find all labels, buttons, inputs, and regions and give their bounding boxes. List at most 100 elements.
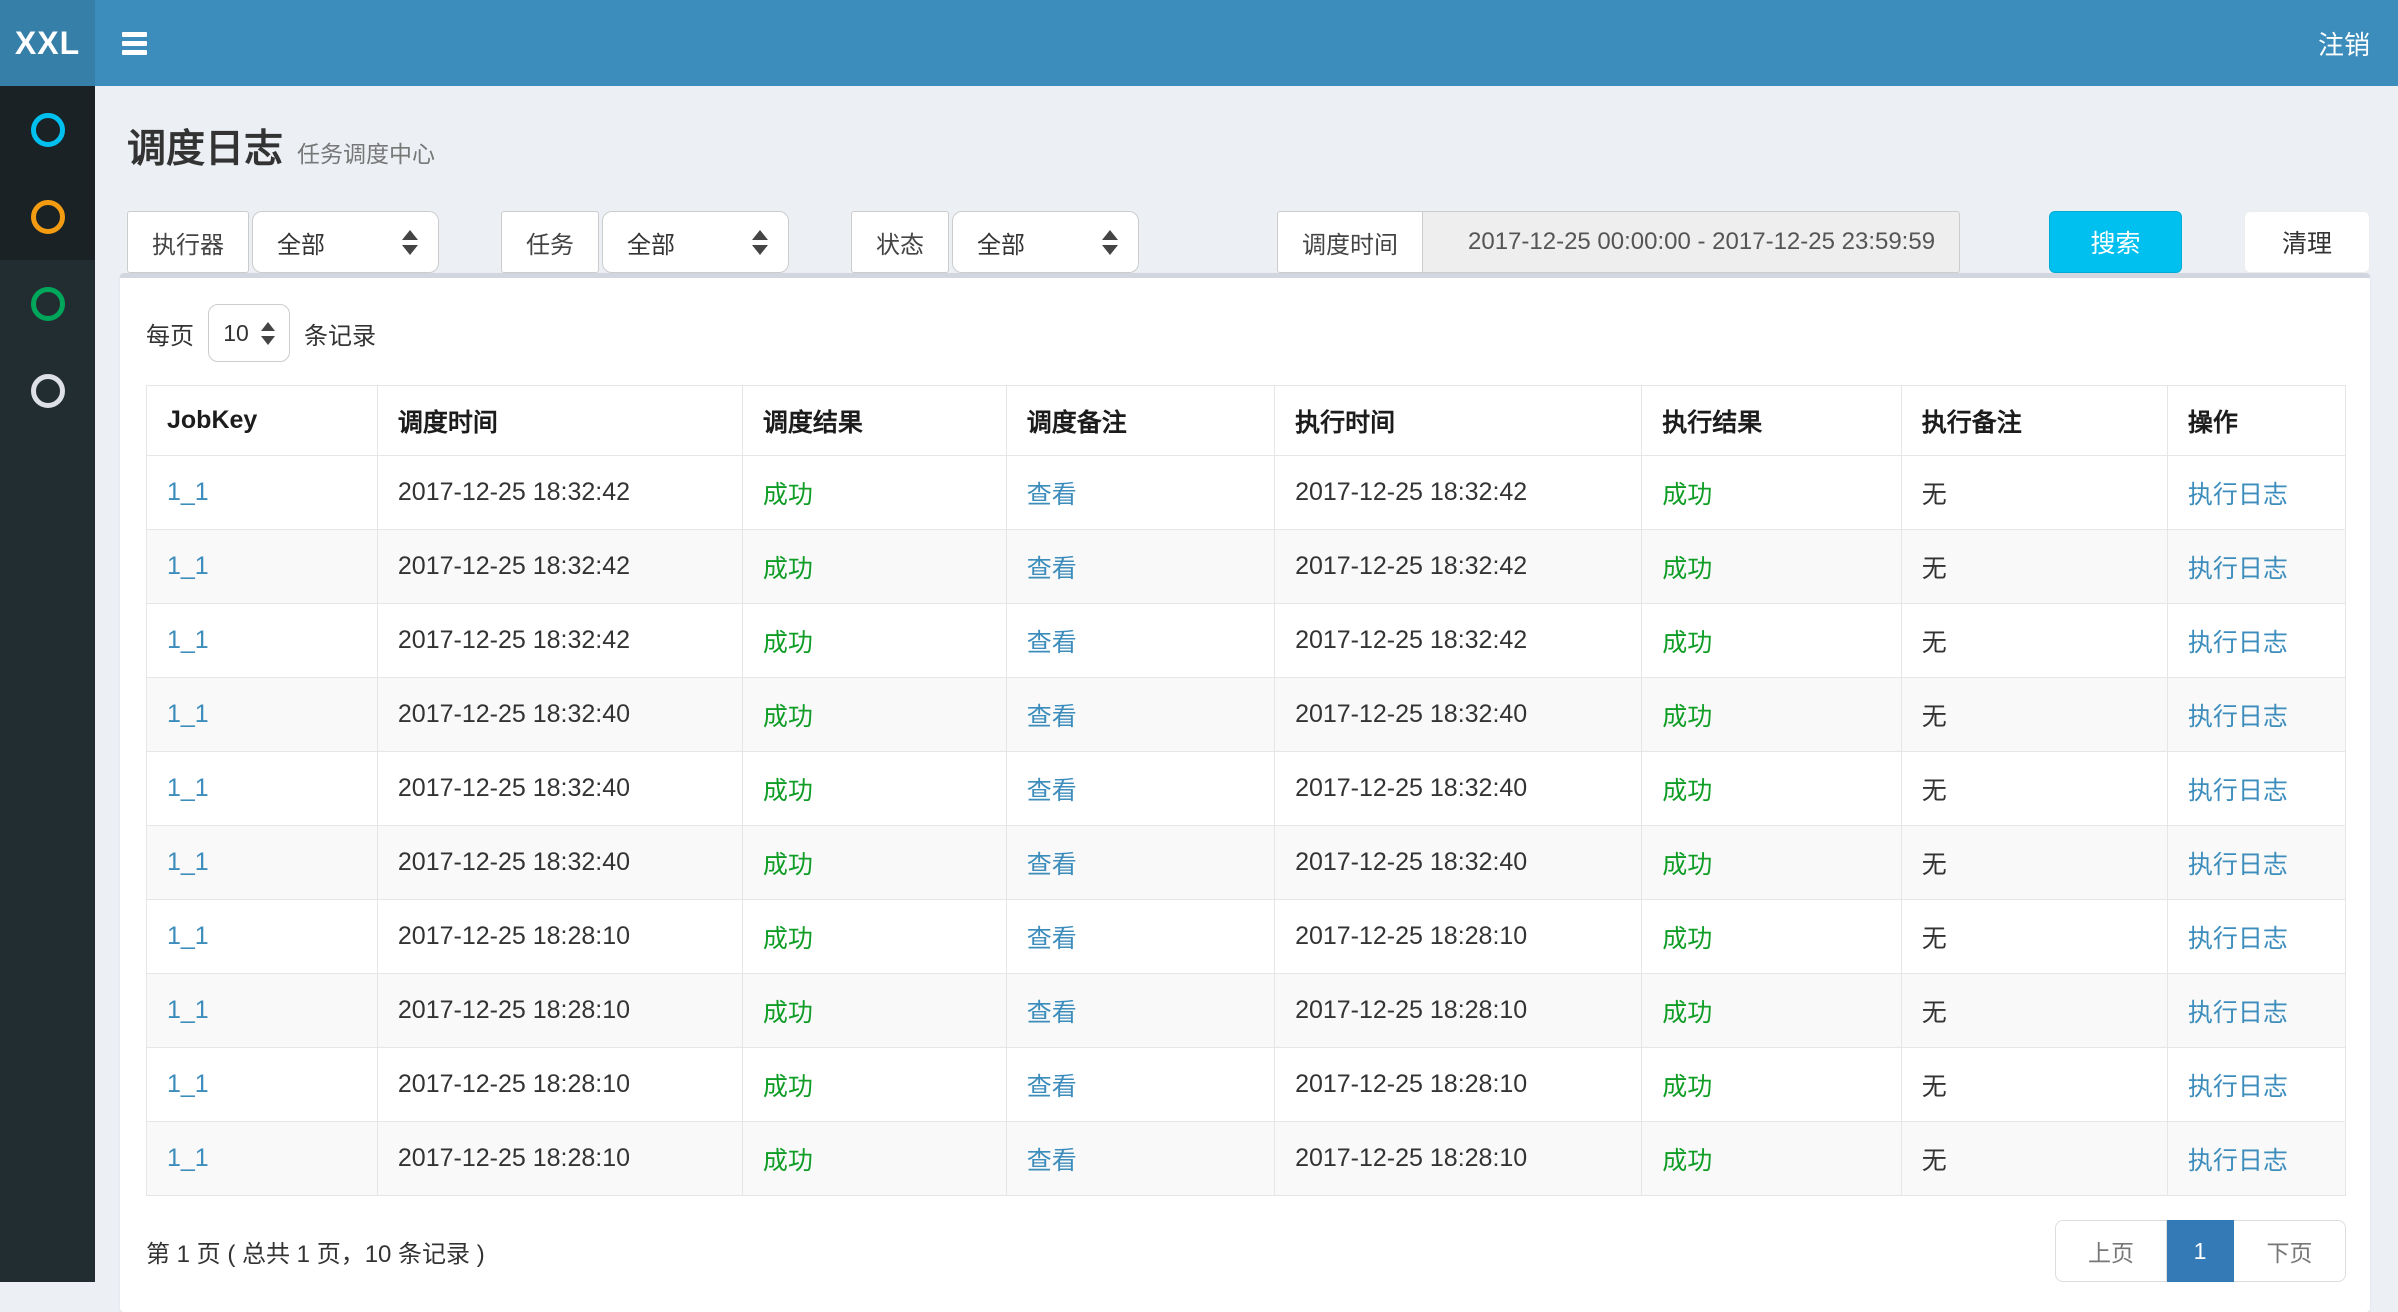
jobkey-link[interactable]: 1_1 xyxy=(167,774,209,802)
handle-result-cell: 成功 xyxy=(1642,604,1901,678)
sidebar-menu-item[interactable] xyxy=(0,86,95,173)
handle-msg-cell: 无 xyxy=(1901,826,2167,900)
jobkey-link[interactable]: 1_1 xyxy=(167,922,209,950)
select-arrows-icon xyxy=(261,322,275,345)
execution-log-link[interactable]: 执行日志 xyxy=(2188,629,2288,657)
execution-log-link[interactable]: 执行日志 xyxy=(2188,1147,2288,1175)
next-page-button[interactable]: 下页 xyxy=(2234,1220,2346,1282)
trigger-msg-view-link[interactable]: 查看 xyxy=(1027,999,1077,1027)
trigger-result-cell: 成功 xyxy=(742,752,1006,826)
sidebar-menu-item[interactable] xyxy=(0,173,95,260)
column-header-handle-time: 执行时间 xyxy=(1275,386,1642,456)
handle-result-cell: 成功 xyxy=(1642,530,1901,604)
handle-time-cell: 2017-12-25 18:32:42 xyxy=(1275,604,1642,678)
trigger-result-cell: 成功 xyxy=(742,456,1006,530)
trigger-time-filter-label: 调度时间 xyxy=(1277,211,1422,273)
trigger-msg-view-link[interactable]: 查看 xyxy=(1027,703,1077,731)
trigger-time-range-input[interactable]: 2017-12-25 00:00:00 - 2017-12-25 23:59:5… xyxy=(1422,211,1960,273)
page-title: 调度日志 xyxy=(127,118,283,174)
logout-link[interactable]: 注销 xyxy=(2290,0,2398,86)
execution-log-link[interactable]: 执行日志 xyxy=(2188,925,2288,953)
search-button[interactable]: 搜索 xyxy=(2049,211,2182,273)
status-filter-label: 状态 xyxy=(851,211,949,273)
handle-msg-cell: 无 xyxy=(1901,456,2167,530)
handle-msg-cell: 无 xyxy=(1901,530,2167,604)
trigger-result-cell: 成功 xyxy=(742,900,1006,974)
executor-filter-group: 执行器 全部 xyxy=(127,211,439,273)
content-header: 调度日志 任务调度中心 xyxy=(127,118,2370,174)
execution-log-link[interactable]: 执行日志 xyxy=(2188,555,2288,583)
execution-log-link[interactable]: 执行日志 xyxy=(2188,777,2288,805)
trigger-time-cell: 2017-12-25 18:28:10 xyxy=(377,974,742,1048)
clear-button[interactable]: 清理 xyxy=(2244,211,2370,273)
trigger-msg-view-link[interactable]: 查看 xyxy=(1027,1147,1077,1175)
job-select[interactable]: 全部 xyxy=(602,211,789,273)
pagination-info: 第 1 页 ( 总共 1 页，10 条记录 ) xyxy=(146,1234,485,1269)
trigger-time-cell: 2017-12-25 18:32:40 xyxy=(377,826,742,900)
trigger-time-cell: 2017-12-25 18:28:10 xyxy=(377,1122,742,1196)
trigger-msg-view-link[interactable]: 查看 xyxy=(1027,1073,1077,1101)
column-header-jobkey: JobKey xyxy=(147,386,378,456)
select-arrows-icon xyxy=(752,230,768,255)
trigger-msg-view-link[interactable]: 查看 xyxy=(1027,851,1077,879)
executor-select[interactable]: 全部 xyxy=(252,211,439,273)
logo[interactable]: XXL xyxy=(0,0,95,86)
sidebar-menu-item[interactable] xyxy=(0,347,95,434)
trigger-time-cell: 2017-12-25 18:32:42 xyxy=(377,604,742,678)
page-size-select[interactable]: 10 xyxy=(208,304,290,362)
circle-outline-icon xyxy=(31,200,65,234)
trigger-result-cell: 成功 xyxy=(742,1122,1006,1196)
execution-log-link[interactable]: 执行日志 xyxy=(2188,1073,2288,1101)
select-arrows-icon xyxy=(402,230,418,255)
page-size-suffix-label: 条记录 xyxy=(304,316,376,351)
handle-result-cell: 成功 xyxy=(1642,678,1901,752)
jobkey-link[interactable]: 1_1 xyxy=(167,478,209,506)
status-filter-group: 状态 全部 xyxy=(851,211,1139,273)
table-row: 1_1 2017-12-25 18:32:40 成功 查看 2017-12-25… xyxy=(147,826,2346,900)
jobkey-link[interactable]: 1_1 xyxy=(167,848,209,876)
top-navbar: XXL 注销 xyxy=(0,0,2398,86)
table-row: 1_1 2017-12-25 18:28:10 成功 查看 2017-12-25… xyxy=(147,900,2346,974)
trigger-time-cell: 2017-12-25 18:32:42 xyxy=(377,456,742,530)
jobkey-link[interactable]: 1_1 xyxy=(167,552,209,580)
trigger-msg-view-link[interactable]: 查看 xyxy=(1027,925,1077,953)
trigger-msg-view-link[interactable]: 查看 xyxy=(1027,481,1077,509)
sidebar-menu-item[interactable] xyxy=(0,260,95,347)
trigger-result-cell: 成功 xyxy=(742,826,1006,900)
trigger-msg-view-link[interactable]: 查看 xyxy=(1027,555,1077,583)
circle-outline-icon xyxy=(31,374,65,408)
table-row: 1_1 2017-12-25 18:32:42 成功 查看 2017-12-25… xyxy=(147,530,2346,604)
handle-time-cell: 2017-12-25 18:28:10 xyxy=(1275,1122,1642,1196)
trigger-result-cell: 成功 xyxy=(742,678,1006,752)
jobkey-link[interactable]: 1_1 xyxy=(167,996,209,1024)
jobkey-link[interactable]: 1_1 xyxy=(167,1070,209,1098)
sidebar-toggle-button[interactable] xyxy=(95,0,173,86)
execution-log-link[interactable]: 执行日志 xyxy=(2188,481,2288,509)
jobkey-link[interactable]: 1_1 xyxy=(167,700,209,728)
jobkey-link[interactable]: 1_1 xyxy=(167,626,209,654)
log-table-panel: 每页 10 条记录 JobKey 调度时间 调度结果 调度备注 执行时间 执行结… xyxy=(120,273,2370,1312)
handle-msg-cell: 无 xyxy=(1901,1048,2167,1122)
execution-log-link[interactable]: 执行日志 xyxy=(2188,999,2288,1027)
handle-result-cell: 成功 xyxy=(1642,456,1901,530)
handle-msg-cell: 无 xyxy=(1901,974,2167,1048)
handle-time-cell: 2017-12-25 18:32:42 xyxy=(1275,530,1642,604)
current-page-button[interactable]: 1 xyxy=(2167,1220,2234,1282)
trigger-msg-view-link[interactable]: 查看 xyxy=(1027,629,1077,657)
trigger-msg-view-link[interactable]: 查看 xyxy=(1027,777,1077,805)
handle-result-cell: 成功 xyxy=(1642,1122,1901,1196)
column-header-action: 操作 xyxy=(2167,386,2345,456)
job-filter-group: 任务 全部 xyxy=(501,211,789,273)
page-size-prefix-label: 每页 xyxy=(146,316,194,351)
jobkey-link[interactable]: 1_1 xyxy=(167,1144,209,1172)
execution-log-link[interactable]: 执行日志 xyxy=(2188,851,2288,879)
table-header-row: JobKey 调度时间 调度结果 调度备注 执行时间 执行结果 执行备注 操作 xyxy=(147,386,2346,456)
table-row: 1_1 2017-12-25 18:32:42 成功 查看 2017-12-25… xyxy=(147,456,2346,530)
handle-result-cell: 成功 xyxy=(1642,826,1901,900)
status-select[interactable]: 全部 xyxy=(952,211,1139,273)
previous-page-button[interactable]: 上页 xyxy=(2055,1220,2167,1282)
handle-result-cell: 成功 xyxy=(1642,1048,1901,1122)
executor-filter-label: 执行器 xyxy=(127,211,249,273)
trigger-time-cell: 2017-12-25 18:28:10 xyxy=(377,900,742,974)
execution-log-link[interactable]: 执行日志 xyxy=(2188,703,2288,731)
